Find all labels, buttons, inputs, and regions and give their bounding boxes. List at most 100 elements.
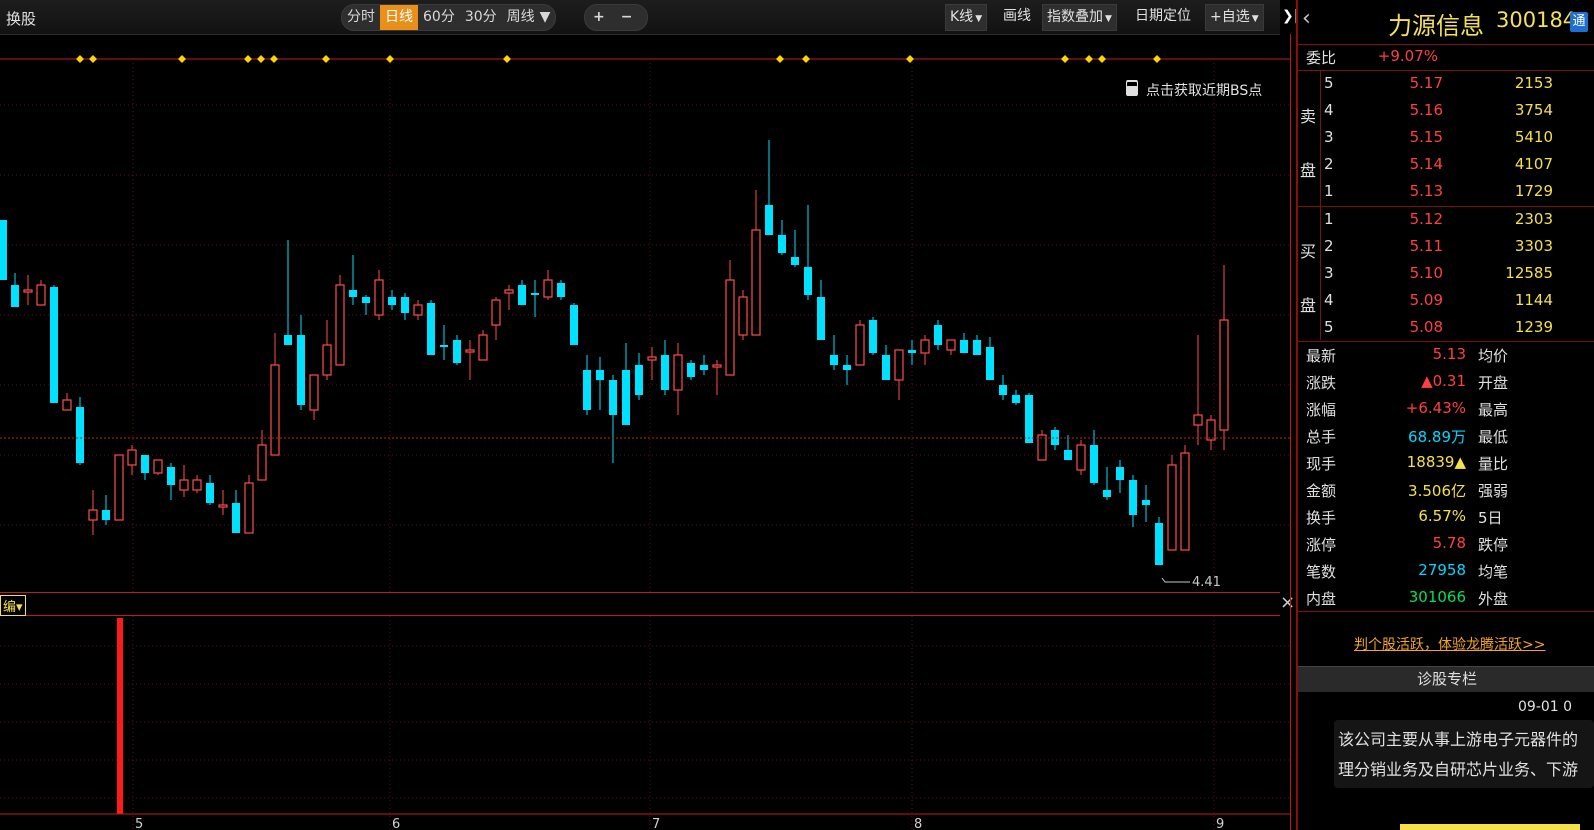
candle-up	[465, 340, 475, 380]
candle-down	[882, 345, 890, 380]
index-overlay-label: 指数叠加	[1047, 9, 1103, 25]
signal-marker[interactable]	[257, 55, 265, 63]
candle-down	[1116, 460, 1124, 493]
signal-marker[interactable]	[1153, 55, 1161, 63]
buy-level-row[interactable]: 1 5.12 2303	[1298, 207, 1594, 234]
candle-up	[543, 270, 553, 300]
switch-stock-button[interactable]: 换股	[6, 8, 36, 29]
stat-label: 最新	[1306, 347, 1337, 365]
candle-down	[388, 290, 396, 310]
candle-down	[362, 295, 370, 315]
stat-row: 现手 18839▲ 量比	[1298, 450, 1594, 477]
signal-marker[interactable]	[89, 55, 97, 63]
period-tab-daily[interactable]: 日线	[380, 5, 418, 30]
candle-up	[1037, 430, 1047, 461]
news-card[interactable]: 该公司主要从事上游电子元器件的 理分销业务及自研芯片业务、下游	[1334, 720, 1594, 788]
news-date: 09-01 0	[1518, 699, 1573, 715]
level-number: 5	[1324, 318, 1334, 336]
stat-label-secondary: 最高	[1478, 401, 1509, 419]
signal-marker[interactable]	[906, 55, 914, 63]
stat-label: 涨幅	[1306, 401, 1337, 419]
stat-label-secondary: 5日	[1478, 509, 1503, 527]
level-number: 4	[1324, 101, 1334, 119]
scroll-indicator	[1400, 824, 1580, 830]
zoom-in-button[interactable]: +	[585, 5, 613, 30]
back-icon[interactable]: ‹	[1302, 6, 1311, 31]
indicator-edit-dropdown[interactable]: 编▾	[0, 595, 26, 616]
period-tab-60min[interactable]: 60分	[418, 5, 460, 30]
buy-level-row[interactable]: 4 5.09 1144	[1298, 288, 1594, 315]
candle-up	[894, 349, 904, 400]
candle-down	[622, 343, 630, 425]
sell-level-row[interactable]: 5 5.17 2153	[1298, 71, 1594, 98]
sell-level-row[interactable]: 2 5.14 4107	[1298, 152, 1594, 179]
index-overlay-dropdown[interactable]: 指数叠加 ▼	[1042, 4, 1117, 31]
signal-marker[interactable]	[386, 55, 394, 63]
zoom-out-button[interactable]: −	[613, 5, 641, 30]
candle-up	[946, 339, 956, 355]
signal-marker[interactable]	[776, 55, 784, 63]
promo-link[interactable]: 判个股活跃，体验龙腾活跃>>	[1354, 634, 1545, 654]
signal-marker[interactable]	[270, 55, 278, 63]
stat-value: ▲0.31	[1421, 372, 1466, 390]
signal-marker[interactable]	[1098, 55, 1106, 63]
signal-marker[interactable]	[802, 55, 810, 63]
signal-marker[interactable]	[244, 55, 252, 63]
sell-level-row[interactable]: 1 5.13 1729	[1298, 179, 1594, 206]
add-watchlist-dropdown[interactable]: +自选 ▼	[1205, 4, 1264, 31]
bs-points-link[interactable]: 点击获取近期BS点	[1126, 80, 1262, 100]
signal-marker[interactable]	[322, 55, 330, 63]
indicator-chart[interactable]: 5 6 7 8 9	[0, 616, 1290, 830]
candle-up	[36, 280, 46, 306]
candle-up	[218, 490, 228, 515]
sell-level-row[interactable]: 3 5.15 5410	[1298, 125, 1594, 152]
candle-down	[700, 355, 708, 375]
candle-up	[23, 275, 33, 305]
candle-down	[934, 320, 942, 350]
stock-code: 300184	[1496, 8, 1577, 32]
candle-up	[309, 374, 319, 420]
chevron-down-icon: ▼	[1105, 14, 1112, 24]
stat-value: 18839▲	[1406, 453, 1466, 471]
lock-icon	[1126, 86, 1138, 96]
kline-type-dropdown[interactable]: K线 ▼	[945, 4, 988, 31]
close-icon[interactable]: ×	[1280, 592, 1295, 613]
stat-label-secondary: 开盘	[1478, 374, 1509, 392]
buy-level-row[interactable]: 5 5.08 1239	[1298, 315, 1594, 342]
kline-chart[interactable]: 4.41	[0, 35, 1290, 592]
signal-marker[interactable]	[503, 55, 511, 63]
connect-badge[interactable]: 通	[1570, 12, 1588, 32]
period-tab-weekly[interactable]: 周线 ▼	[502, 5, 556, 30]
buy-price: 5.09	[1409, 291, 1443, 309]
sell-level-row[interactable]: 4 5.16 3754	[1298, 98, 1594, 125]
candle-down	[349, 255, 357, 305]
signal-marker[interactable]	[1085, 55, 1093, 63]
buy-level-row[interactable]: 2 5.11 3303	[1298, 234, 1594, 261]
candle-down	[557, 280, 565, 300]
date-locate-button[interactable]: 日期定位	[1131, 4, 1195, 29]
signal-marker[interactable]	[178, 55, 186, 63]
sell-price: 5.15	[1409, 128, 1443, 146]
candle-down	[50, 285, 58, 403]
candle-down	[973, 335, 981, 355]
candle-down	[830, 335, 838, 370]
period-tab-30min[interactable]: 30分	[460, 5, 502, 30]
stat-label-secondary: 跌停	[1478, 536, 1509, 554]
buy-price: 5.10	[1409, 264, 1443, 282]
chevron-down-icon: ▼	[539, 9, 551, 25]
buy-level-row[interactable]: 3 5.10 12585	[1298, 261, 1594, 288]
sell-volume: 2153	[1514, 74, 1553, 92]
signal-marker[interactable]	[1061, 55, 1069, 63]
candle-down	[1142, 485, 1150, 522]
draw-line-button[interactable]: 画线	[999, 4, 1035, 29]
period-tab-fenshi[interactable]: 分时	[342, 5, 380, 30]
signal-marker[interactable]	[76, 55, 84, 63]
stat-value: 301066	[1408, 588, 1466, 606]
candle-down	[596, 357, 604, 410]
buy-volume: 12585	[1505, 264, 1553, 282]
candle-down	[440, 325, 448, 360]
candle-down	[518, 280, 526, 305]
candle-up	[1167, 455, 1177, 551]
candle-down	[76, 397, 84, 465]
candle-down	[869, 317, 877, 355]
